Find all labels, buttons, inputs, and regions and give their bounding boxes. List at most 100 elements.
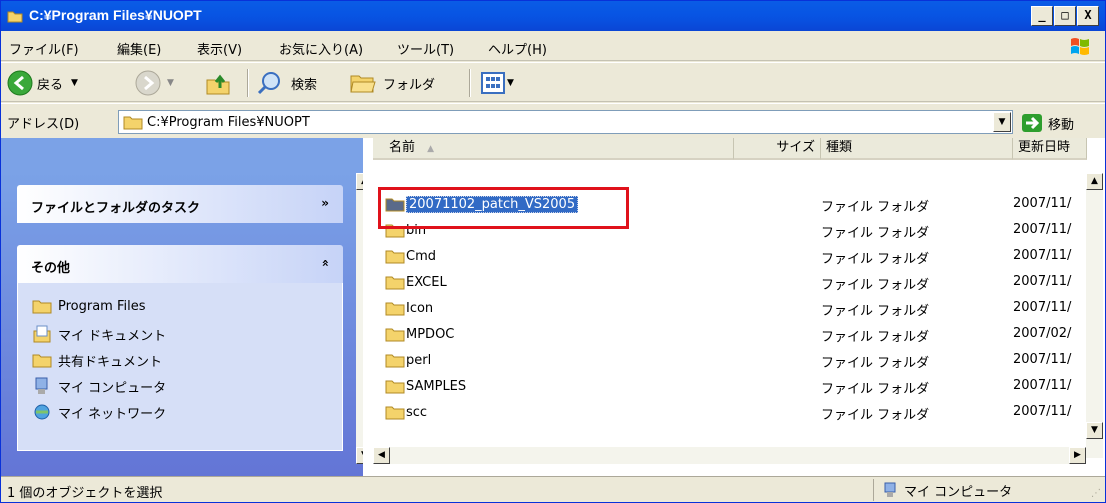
- views-button[interactable]: ▼: [481, 69, 514, 97]
- file-name: Icon: [406, 300, 434, 316]
- file-name-cell[interactable]: scc: [385, 401, 427, 423]
- close-button[interactable]: X: [1077, 6, 1099, 26]
- file-name-cell[interactable]: EXCEL: [385, 271, 447, 293]
- menu-help[interactable]: ヘルプ(H): [488, 39, 547, 58]
- other-item-shared-documents[interactable]: 共有ドキュメント: [32, 349, 162, 371]
- address-label: アドレス(D): [7, 117, 80, 132]
- forward-button[interactable]: ▼: [135, 69, 174, 97]
- file-name-cell[interactable]: Icon: [385, 297, 433, 319]
- folder-icon: [385, 354, 405, 368]
- file-name: EXCEL: [406, 274, 447, 290]
- explorer-window: C:¥Program Files¥NUOPT _ □ X ファイル(F) 編集(…: [0, 0, 1106, 503]
- menu-view[interactable]: 表示(V): [197, 39, 242, 58]
- forward-arrow-icon: [135, 70, 161, 96]
- status-zone: マイ コンピュータ: [873, 479, 1012, 501]
- maximize-button[interactable]: □: [1054, 6, 1076, 26]
- column-header-type[interactable]: 種類: [821, 138, 1013, 160]
- computer-icon: [884, 482, 896, 497]
- task-pane: ファイルとフォルダのタスク » その他 » Program Files マイ ド…: [1, 171, 363, 476]
- sort-ascending-icon: ▲: [427, 144, 435, 154]
- task-pane-top: [1, 138, 363, 171]
- file-type: ファイル フォルダ: [821, 330, 930, 345]
- vertical-scrollbar[interactable]: ▲ ▼: [1086, 173, 1103, 458]
- file-date: 2007/02/: [1013, 326, 1072, 341]
- file-type: ファイル フォルダ: [821, 304, 930, 319]
- other-item-program-files[interactable]: Program Files: [32, 295, 146, 317]
- other-places-header[interactable]: その他 »: [17, 245, 343, 283]
- file-date: 2007/11/: [1013, 222, 1072, 237]
- menu-file[interactable]: ファイル(F): [9, 39, 79, 58]
- views-icon: [481, 72, 505, 94]
- other-item-my-computer[interactable]: マイ コンピュータ: [32, 375, 166, 397]
- file-name-cell[interactable]: perl: [385, 349, 431, 371]
- search-icon: [257, 72, 280, 95]
- file-row[interactable]: EXCEL ファイル フォルダ 2007/11/: [363, 271, 1105, 293]
- resize-grip-icon[interactable]: ⋰: [1091, 488, 1101, 499]
- address-bar: アドレス(D) C:¥Program Files¥NUOPT ▼ 移動: [1, 103, 1105, 137]
- window-title: C:¥Program Files¥NUOPT: [29, 7, 202, 23]
- go-label: 移動: [1048, 117, 1075, 133]
- other-item-my-network[interactable]: マイ ネットワーク: [32, 401, 166, 423]
- collapse-chevron-icon[interactable]: »: [318, 259, 332, 267]
- file-type: ファイル フォルダ: [821, 408, 930, 423]
- up-folder-button[interactable]: [205, 69, 233, 97]
- menu-edit[interactable]: 編集(E): [117, 39, 161, 58]
- other-places-body: Program Files マイ ドキュメント 共有ドキュメント マイ コンピュ…: [17, 283, 343, 451]
- file-date: 2007/11/: [1013, 352, 1072, 367]
- file-name-cell[interactable]: SAMPLES: [385, 375, 466, 397]
- folder-icon: [123, 116, 143, 130]
- scroll-left-icon[interactable]: ◀: [373, 447, 390, 464]
- file-row[interactable]: Icon ファイル フォルダ 2007/11/: [363, 297, 1105, 319]
- back-dropdown-icon[interactable]: ▼: [71, 78, 78, 88]
- file-row[interactable]: MPDOC ファイル フォルダ 2007/02/: [363, 323, 1105, 345]
- file-name-cell[interactable]: Cmd: [385, 245, 436, 267]
- file-row[interactable]: scc ファイル フォルダ 2007/11/: [363, 401, 1105, 423]
- scroll-down-icon[interactable]: ▼: [1086, 422, 1103, 439]
- folders-icon: [350, 75, 376, 93]
- menu-bar: ファイル(F) 編集(E) 表示(V) お気に入り(A) ツール(T) ヘルプ(…: [1, 31, 1105, 61]
- go-button[interactable]: 移動: [1021, 112, 1074, 134]
- address-value: C:¥Program Files¥NUOPT: [147, 115, 310, 130]
- file-folder-tasks-header[interactable]: ファイルとフォルダのタスク »: [17, 185, 343, 223]
- forward-dropdown-icon[interactable]: ▼: [167, 78, 174, 88]
- horizontal-scrollbar[interactable]: ◀ ▶: [373, 447, 1086, 464]
- file-name: SAMPLES: [406, 378, 467, 394]
- search-button[interactable]: 検索: [257, 69, 317, 97]
- folder-icon: [385, 380, 405, 394]
- up-folder-icon: [206, 74, 230, 95]
- other-item-my-documents[interactable]: マイ ドキュメント: [32, 323, 166, 345]
- file-name: MPDOC: [406, 326, 455, 342]
- standard-toolbar: 戻る ▼ ▼ 検索 フォルダ ▼: [1, 62, 1105, 102]
- file-row[interactable]: perl ファイル フォルダ 2007/11/: [363, 349, 1105, 371]
- address-input[interactable]: C:¥Program Files¥NUOPT ▼: [118, 110, 1013, 134]
- file-date: 2007/11/: [1013, 248, 1072, 263]
- column-header-size[interactable]: サイズ: [733, 138, 821, 160]
- file-name-cell[interactable]: MPDOC: [385, 323, 454, 345]
- menu-tools[interactable]: ツール(T): [397, 39, 454, 58]
- back-button[interactable]: 戻る ▼: [7, 69, 78, 97]
- folder-icon: [385, 302, 405, 316]
- column-header-modified[interactable]: 更新日時: [1013, 138, 1087, 160]
- folder-icon: [32, 300, 52, 314]
- my-documents-icon: [33, 325, 51, 343]
- file-type: ファイル フォルダ: [821, 278, 930, 293]
- address-dropdown-icon[interactable]: ▼: [993, 112, 1011, 132]
- expand-chevron-icon[interactable]: »: [321, 196, 329, 210]
- folders-label: フォルダ: [383, 77, 436, 93]
- menu-favorites[interactable]: お気に入り(A): [279, 39, 363, 58]
- scroll-right-icon[interactable]: ▶: [1069, 447, 1086, 464]
- status-zone-label: マイ コンピュータ: [904, 484, 1013, 500]
- file-row[interactable]: SAMPLES ファイル フォルダ 2007/11/: [363, 375, 1105, 397]
- file-type: ファイル フォルダ: [821, 226, 930, 241]
- file-date: 2007/11/: [1013, 404, 1072, 419]
- file-row[interactable]: Cmd ファイル フォルダ 2007/11/: [363, 245, 1105, 267]
- folders-button[interactable]: フォルダ: [349, 69, 435, 97]
- folder-icon: [385, 250, 405, 264]
- file-name: scc: [406, 404, 428, 420]
- title-bar[interactable]: C:¥Program Files¥NUOPT _ □ X: [1, 1, 1105, 31]
- scroll-up-icon[interactable]: ▲: [1086, 173, 1103, 190]
- file-date: 2007/11/: [1013, 274, 1072, 289]
- other-places-title: その他: [31, 261, 71, 276]
- views-dropdown-icon[interactable]: ▼: [507, 78, 514, 88]
- minimize-button[interactable]: _: [1031, 6, 1053, 26]
